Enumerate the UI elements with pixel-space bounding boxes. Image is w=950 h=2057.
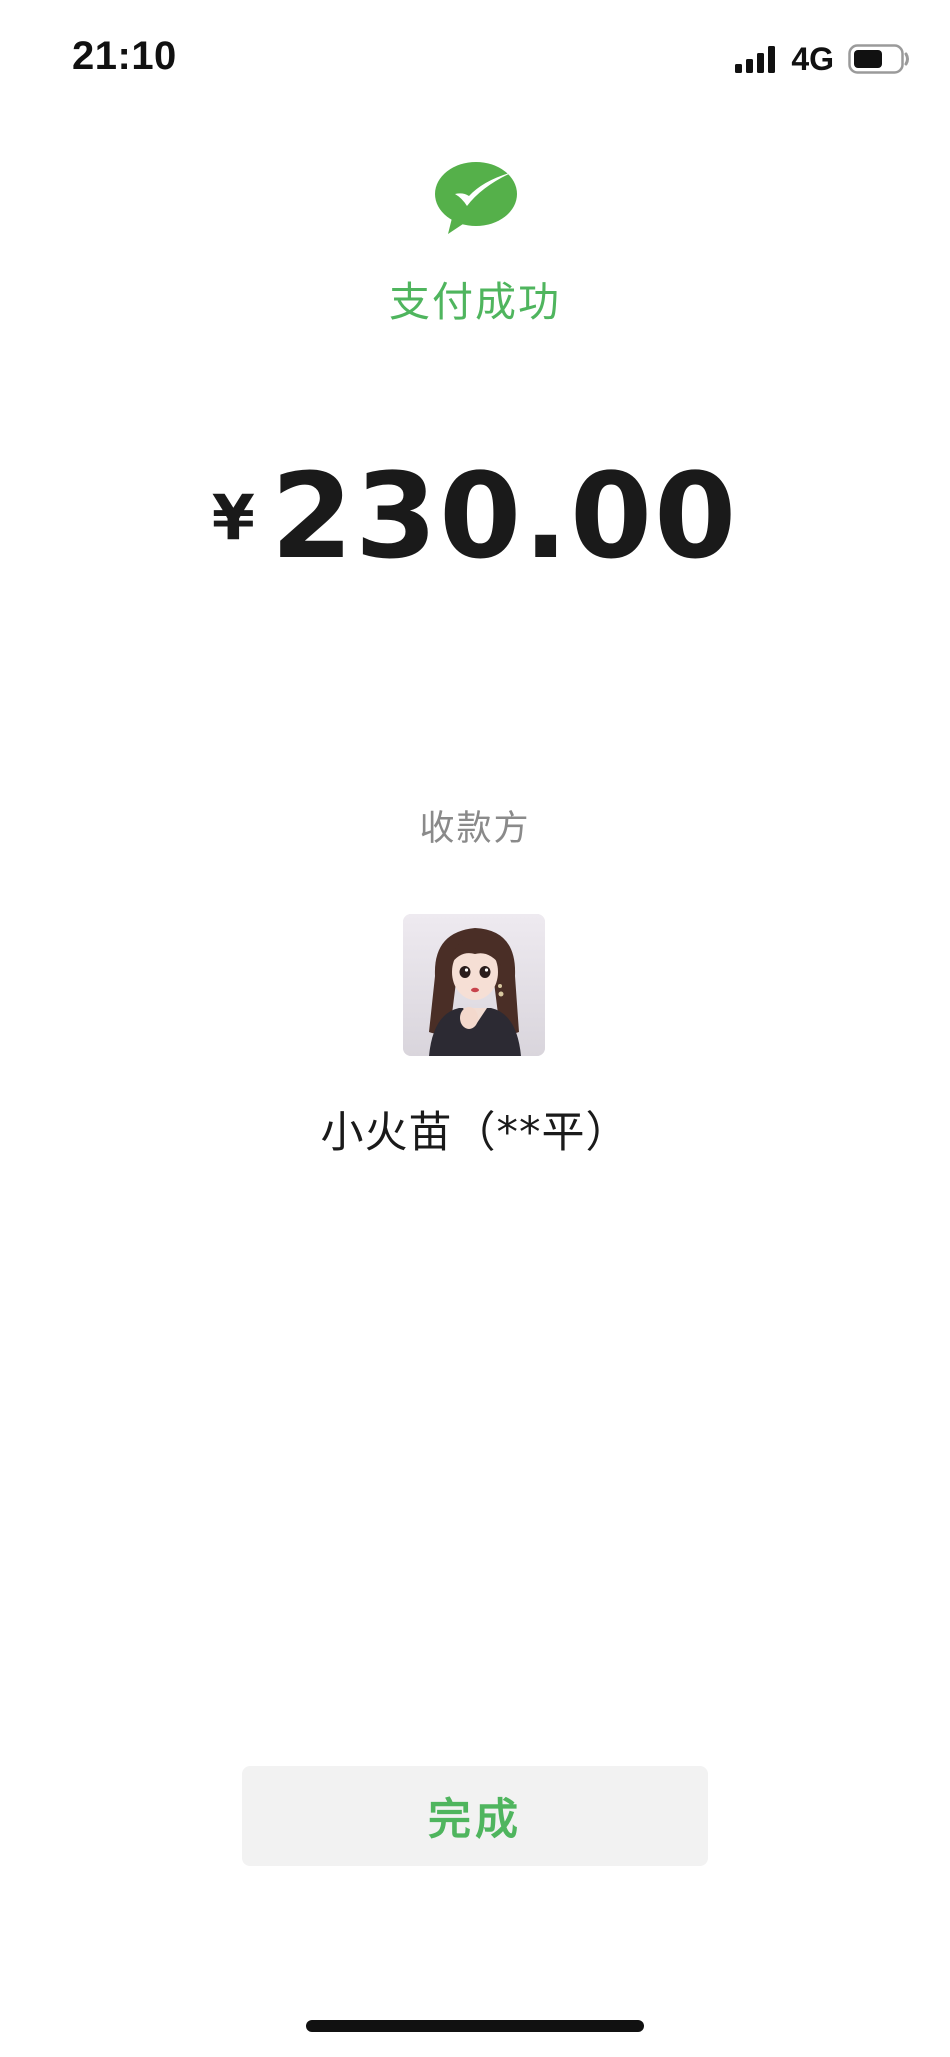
signal-bars-icon — [735, 46, 776, 73]
amount-value: 230.00 — [270, 447, 739, 585]
network-type-label: 4G — [791, 40, 834, 77]
wechat-pay-check-icon — [435, 162, 517, 234]
done-button[interactable]: 完成 — [242, 1766, 708, 1866]
status-indicators: 4G — [735, 40, 910, 77]
status-bar: 21:10 4G — [0, 0, 950, 120]
user-avatar — [403, 914, 545, 1056]
avatar-portrait-image — [403, 914, 545, 1056]
payee-name: 小火苗（**平） — [320, 1108, 630, 1158]
payee-label: 收款方 — [419, 809, 531, 849]
status-time: 21:10 — [72, 34, 177, 78]
home-indicator[interactable] — [306, 2020, 644, 2032]
payment-amount: ¥ 230.00 — [0, 447, 950, 585]
currency-symbol: ¥ — [211, 481, 255, 554]
payment-success-title: 支付成功 — [389, 278, 561, 326]
battery-icon — [848, 44, 909, 74]
